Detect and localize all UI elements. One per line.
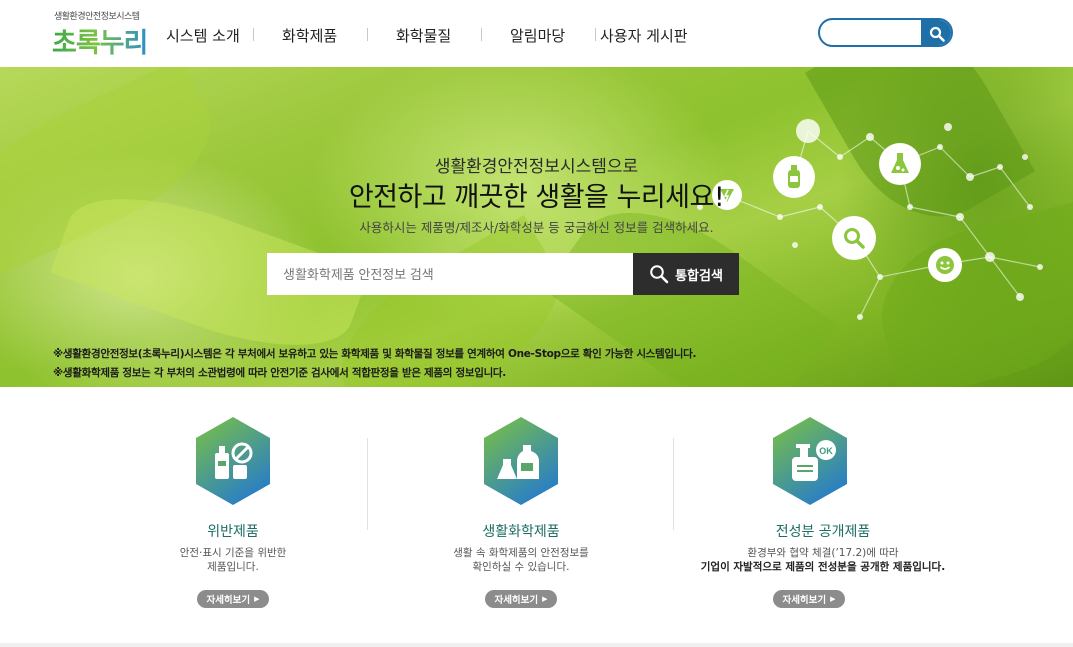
view-details-label: 자세히보기 — [494, 595, 539, 606]
hero-search-input[interactable] — [267, 253, 633, 295]
card-description: 생활 속 화학제품의 안전정보를 확인하실 수 있습니다. — [411, 546, 631, 574]
nav-notice[interactable]: 알림마당 — [510, 25, 565, 46]
site-header: 생활환경안전정보시스템 초록누리 시스템 소개 화학제품 화학물질 알림마당 사… — [0, 0, 1073, 67]
card-desc-line: 생활 속 화학제품의 안전정보를 — [453, 547, 589, 559]
nav-divider — [595, 28, 596, 41]
nav-divider — [481, 28, 482, 41]
card-title: 전성분 공개제품 — [775, 524, 871, 540]
card-divider — [673, 438, 674, 530]
chemical-products-icon — [484, 417, 558, 505]
service-cards: 위반제품 안전·표시 기준을 위반한 제품입니다. 자세히보기 ▶ 생활화학제품… — [0, 387, 1073, 645]
search-icon — [650, 265, 669, 284]
caret-right-icon: ▶ — [830, 595, 836, 603]
hero-banner: 생활환경안전정보시스템으로 안전하고 깨끗한 생활을 누리세요! 사용하시는 제… — [0, 67, 1073, 387]
card-description: 안전·표시 기준을 위반한 제품입니다. — [123, 546, 343, 574]
site-logo[interactable]: 생활환경안전정보시스템 초록누리 — [52, 9, 152, 59]
nav-divider — [367, 28, 368, 41]
view-details-label: 자세히보기 — [782, 595, 827, 606]
card-description: 환경부와 협약 체결(’17.2)에 따라 기업이 자발적으로 제품의 전성분을… — [698, 546, 948, 574]
logo-title: 초록누리 — [52, 21, 148, 60]
nav-divider — [253, 28, 254, 41]
card-desc-line: 환경부와 협약 체결(’17.2)에 따라 — [747, 547, 899, 559]
card-violation-products[interactable]: 위반제품 안전·표시 기준을 위반한 제품입니다. 자세히보기 ▶ — [123, 387, 343, 637]
card-desc-line: 안전·표시 기준을 위반한 — [179, 547, 287, 559]
hero-search: 통합검색 — [267, 253, 739, 295]
integrated-search-button[interactable]: 통합검색 — [633, 253, 739, 295]
hero-title: 안전하고 깨끗한 생활을 누리세요! — [348, 182, 725, 213]
footer-divider — [0, 643, 1073, 647]
header-search-input[interactable] — [830, 23, 920, 43]
nav-chemical-products[interactable]: 화학제품 — [282, 25, 337, 46]
view-details-label: 자세히보기 — [206, 595, 251, 606]
view-details-button[interactable]: 자세히보기 ▶ — [773, 590, 845, 608]
nav-chemical-substances[interactable]: 화학물질 — [396, 25, 451, 46]
card-desc-line: 기업이 자발적으로 제품의 전성분을 공개한 제품입니다. — [700, 561, 946, 573]
smiley-icon — [928, 248, 962, 282]
nav-system-intro[interactable]: 시스템 소개 — [166, 25, 240, 46]
card-desc-line: 제품입니다. — [207, 561, 259, 573]
card-divider — [367, 438, 368, 530]
search-icon — [929, 26, 945, 42]
ok-product-icon: OK — [773, 417, 847, 505]
integrated-search-label: 통합검색 — [675, 268, 723, 284]
prohibited-product-icon — [196, 417, 270, 505]
header-search — [818, 18, 953, 47]
svg-text:OK: OK — [819, 446, 833, 456]
hero-note-1: ※생활환경안전정보(초록누리)시스템은 각 부처에서 보유하고 있는 화학제품 … — [53, 348, 697, 360]
hero-subtitle: 생활환경안전정보시스템으로 — [434, 157, 639, 177]
header-search-button[interactable] — [921, 20, 951, 45]
card-title: 위반제품 — [207, 524, 259, 540]
card-chemical-products[interactable]: 생활화학제품 생활 속 화학제품의 안전정보를 확인하실 수 있습니다. 자세히… — [411, 387, 631, 637]
view-details-button[interactable]: 자세히보기 ▶ — [485, 590, 557, 608]
caret-right-icon: ▶ — [542, 595, 548, 603]
hero-note-2: ※생활화학제품 정보는 각 부처의 소관법령에 따라 안전기준 검사에서 적합판… — [53, 367, 506, 379]
hero-description: 사용하시는 제품명/제조사/화학성분 등 궁금하신 정보를 검색하세요. — [359, 220, 714, 235]
nav-user-board[interactable]: 사용자 게시판 — [600, 25, 688, 46]
card-desc-line: 확인하실 수 있습니다. — [472, 561, 570, 573]
card-full-ingredient-products[interactable]: OK 전성분 공개제품 환경부와 협약 체결(’17.2)에 따라 기업이 자발… — [698, 387, 948, 637]
card-title: 생활화학제품 — [482, 524, 560, 540]
view-details-button[interactable]: 자세히보기 ▶ — [197, 590, 269, 608]
caret-right-icon: ▶ — [254, 595, 260, 603]
